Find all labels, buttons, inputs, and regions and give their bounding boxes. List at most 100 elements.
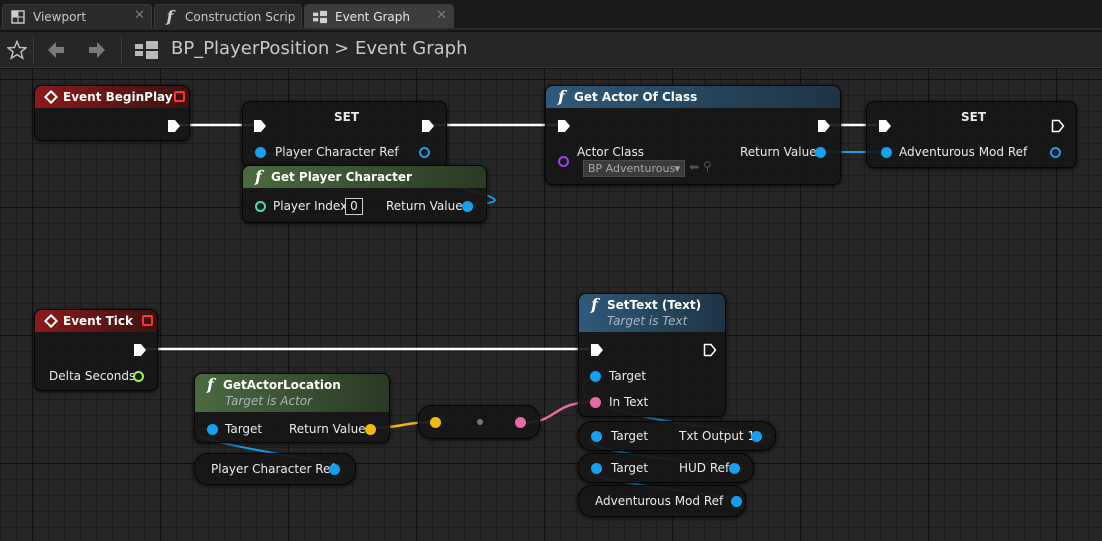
event-tick-node[interactable]: Event Tick Delta Seconds <box>34 309 158 391</box>
object-in-pin-icon[interactable] <box>590 371 601 382</box>
browse-search-icon[interactable]: ⚲ <box>703 159 712 173</box>
node-title: SET <box>334 110 360 124</box>
back-arrow-icon[interactable] <box>45 39 67 61</box>
tab-label: Viewport <box>33 9 87 24</box>
settext-node[interactable]: f SetText (Text) Target is Text Target I… <box>578 293 726 417</box>
set-player-character-ref-node[interactable]: SET Player Character Ref <box>242 101 447 168</box>
tab-event-graph[interactable]: Event Graph ✕ <box>304 4 454 28</box>
function-icon: f <box>255 167 262 186</box>
vector-out-pin-icon[interactable] <box>365 424 376 435</box>
viewport-icon <box>11 9 25 24</box>
exec-out-pin-icon[interactable] <box>133 343 147 357</box>
object-out-pin-icon[interactable] <box>731 496 742 507</box>
event-beginplay-node[interactable]: Event BeginPlay <box>34 85 190 141</box>
function-icon: f <box>207 375 214 394</box>
breadcrumb-graph[interactable]: Event Graph <box>355 38 468 59</box>
dropdown-value: BP Adventurous <box>588 162 676 175</box>
object-out-pin-icon[interactable] <box>419 147 430 158</box>
object-in-pin-icon[interactable] <box>881 147 892 158</box>
txt-output-getter[interactable]: Target Txt Output 1 <box>578 421 776 451</box>
vector-to-text-conversion-node[interactable] <box>418 405 540 439</box>
int-in-pin-icon[interactable] <box>255 201 266 212</box>
event-graph-icon <box>313 10 327 24</box>
exec-out-pin-icon[interactable] <box>167 119 181 133</box>
blueprint-graph-icon <box>134 39 160 61</box>
pin-label: Actor Class <box>577 145 644 159</box>
pin-label: Return Value <box>289 422 366 436</box>
exec-out-pin-icon[interactable] <box>1051 119 1065 133</box>
toolbar-divider <box>121 36 122 64</box>
node-title: SetText (Text) <box>607 298 702 312</box>
object-out-pin-icon[interactable] <box>815 147 826 158</box>
variable-label: HUD Ref <box>679 461 730 475</box>
float-out-pin-icon[interactable] <box>133 371 144 382</box>
event-diamond-icon <box>43 89 59 105</box>
pin-label: Return Value <box>740 145 817 159</box>
exec-out-pin-icon[interactable] <box>421 119 435 133</box>
object-in-pin-icon[interactable] <box>591 463 602 474</box>
get-player-character-node[interactable]: f Get Player Character Player Index 0 Re… <box>242 165 487 223</box>
object-in-pin-icon[interactable] <box>591 431 602 442</box>
object-out-pin-icon[interactable] <box>729 463 740 474</box>
exec-in-pin-icon[interactable] <box>557 119 571 133</box>
get-actor-of-class-node[interactable]: f Get Actor Of Class Actor Class BP Adve… <box>545 85 841 185</box>
function-icon: f <box>591 295 598 314</box>
tab-construction-script[interactable]: f Construction Scrip <box>154 4 302 28</box>
node-title: Get Player Character <box>271 170 412 184</box>
event-diamond-icon <box>43 313 59 329</box>
pin-label: Player Character Ref <box>275 145 399 159</box>
forward-arrow-icon[interactable] <box>86 39 108 61</box>
tab-viewport[interactable]: Viewport ✕ <box>2 4 152 28</box>
node-title: SET <box>961 110 987 124</box>
close-icon[interactable]: ✕ <box>134 8 145 23</box>
function-icon: f <box>558 87 565 106</box>
event-delegate-icon <box>174 91 185 102</box>
node-subtitle: Target is Actor <box>225 394 313 408</box>
object-in-pin-icon[interactable] <box>207 424 218 435</box>
event-graph-canvas[interactable]: Event BeginPlay SET Player Character Ref… <box>0 69 1102 541</box>
breadcrumb-blueprint[interactable]: BP_PlayerPosition <box>171 38 329 59</box>
favorite-star-icon[interactable] <box>6 39 28 61</box>
node-title: Get Actor Of Class <box>574 90 698 104</box>
adventurous-mod-ref-getter[interactable]: Adventurous Mod Ref <box>578 485 746 517</box>
player-character-ref-getter[interactable]: Player Character Ref <box>194 453 356 485</box>
pin-label: Delta Seconds <box>49 369 136 383</box>
get-actor-location-node[interactable]: f GetActorLocation Target is Actor Targe… <box>194 373 390 443</box>
set-adventurous-mod-ref-node[interactable]: SET Adventurous Mod Ref <box>866 101 1077 168</box>
vector-in-pin-icon[interactable] <box>430 417 441 428</box>
node-title: Event BeginPlay <box>63 90 173 104</box>
chevron-down-icon: ▾ <box>674 162 680 175</box>
object-out-pin-icon[interactable] <box>1050 147 1061 158</box>
conversion-dot-icon <box>477 419 483 425</box>
use-selected-arrow-icon[interactable]: ⬅ <box>689 160 699 174</box>
object-out-pin-icon[interactable] <box>329 464 340 475</box>
class-in-pin-icon[interactable] <box>558 156 569 167</box>
text-out-pin-icon[interactable] <box>515 417 526 428</box>
tab-bar: Viewport ✕ f Construction Scrip Event Gr… <box>0 0 1102 30</box>
object-out-pin-icon[interactable] <box>751 431 762 442</box>
variable-label: Txt Output 1 <box>679 429 756 443</box>
breadcrumb-separator: > <box>334 38 350 59</box>
player-index-field[interactable]: 0 <box>345 198 363 215</box>
object-out-pin-icon[interactable] <box>462 201 473 212</box>
text-in-pin-icon[interactable] <box>590 397 601 408</box>
function-icon: f <box>166 7 174 26</box>
toolbar-divider <box>33 36 34 64</box>
node-title: GetActorLocation <box>223 378 341 392</box>
exec-out-pin-icon[interactable] <box>817 119 831 133</box>
close-icon[interactable]: ✕ <box>436 8 447 23</box>
exec-out-pin-icon[interactable] <box>703 343 717 357</box>
actor-class-dropdown[interactable]: BP Adventurous ▾ <box>583 160 685 177</box>
tab-label: Event Graph <box>335 9 410 24</box>
exec-in-pin-icon[interactable] <box>590 343 604 357</box>
node-subtitle: Target is Text <box>607 314 688 328</box>
tab-label: Construction Scrip <box>185 9 296 24</box>
exec-in-pin-icon[interactable] <box>253 119 267 133</box>
pin-label: In Text <box>609 395 649 409</box>
pin-label: Return Value <box>386 199 463 213</box>
node-title: Event Tick <box>63 314 134 328</box>
hud-ref-getter[interactable]: Target HUD Ref <box>578 453 754 483</box>
object-in-pin-icon[interactable] <box>255 147 266 158</box>
graph-toolbar: BP_PlayerPosition > Event Graph <box>0 32 1102 68</box>
exec-in-pin-icon[interactable] <box>878 119 892 133</box>
